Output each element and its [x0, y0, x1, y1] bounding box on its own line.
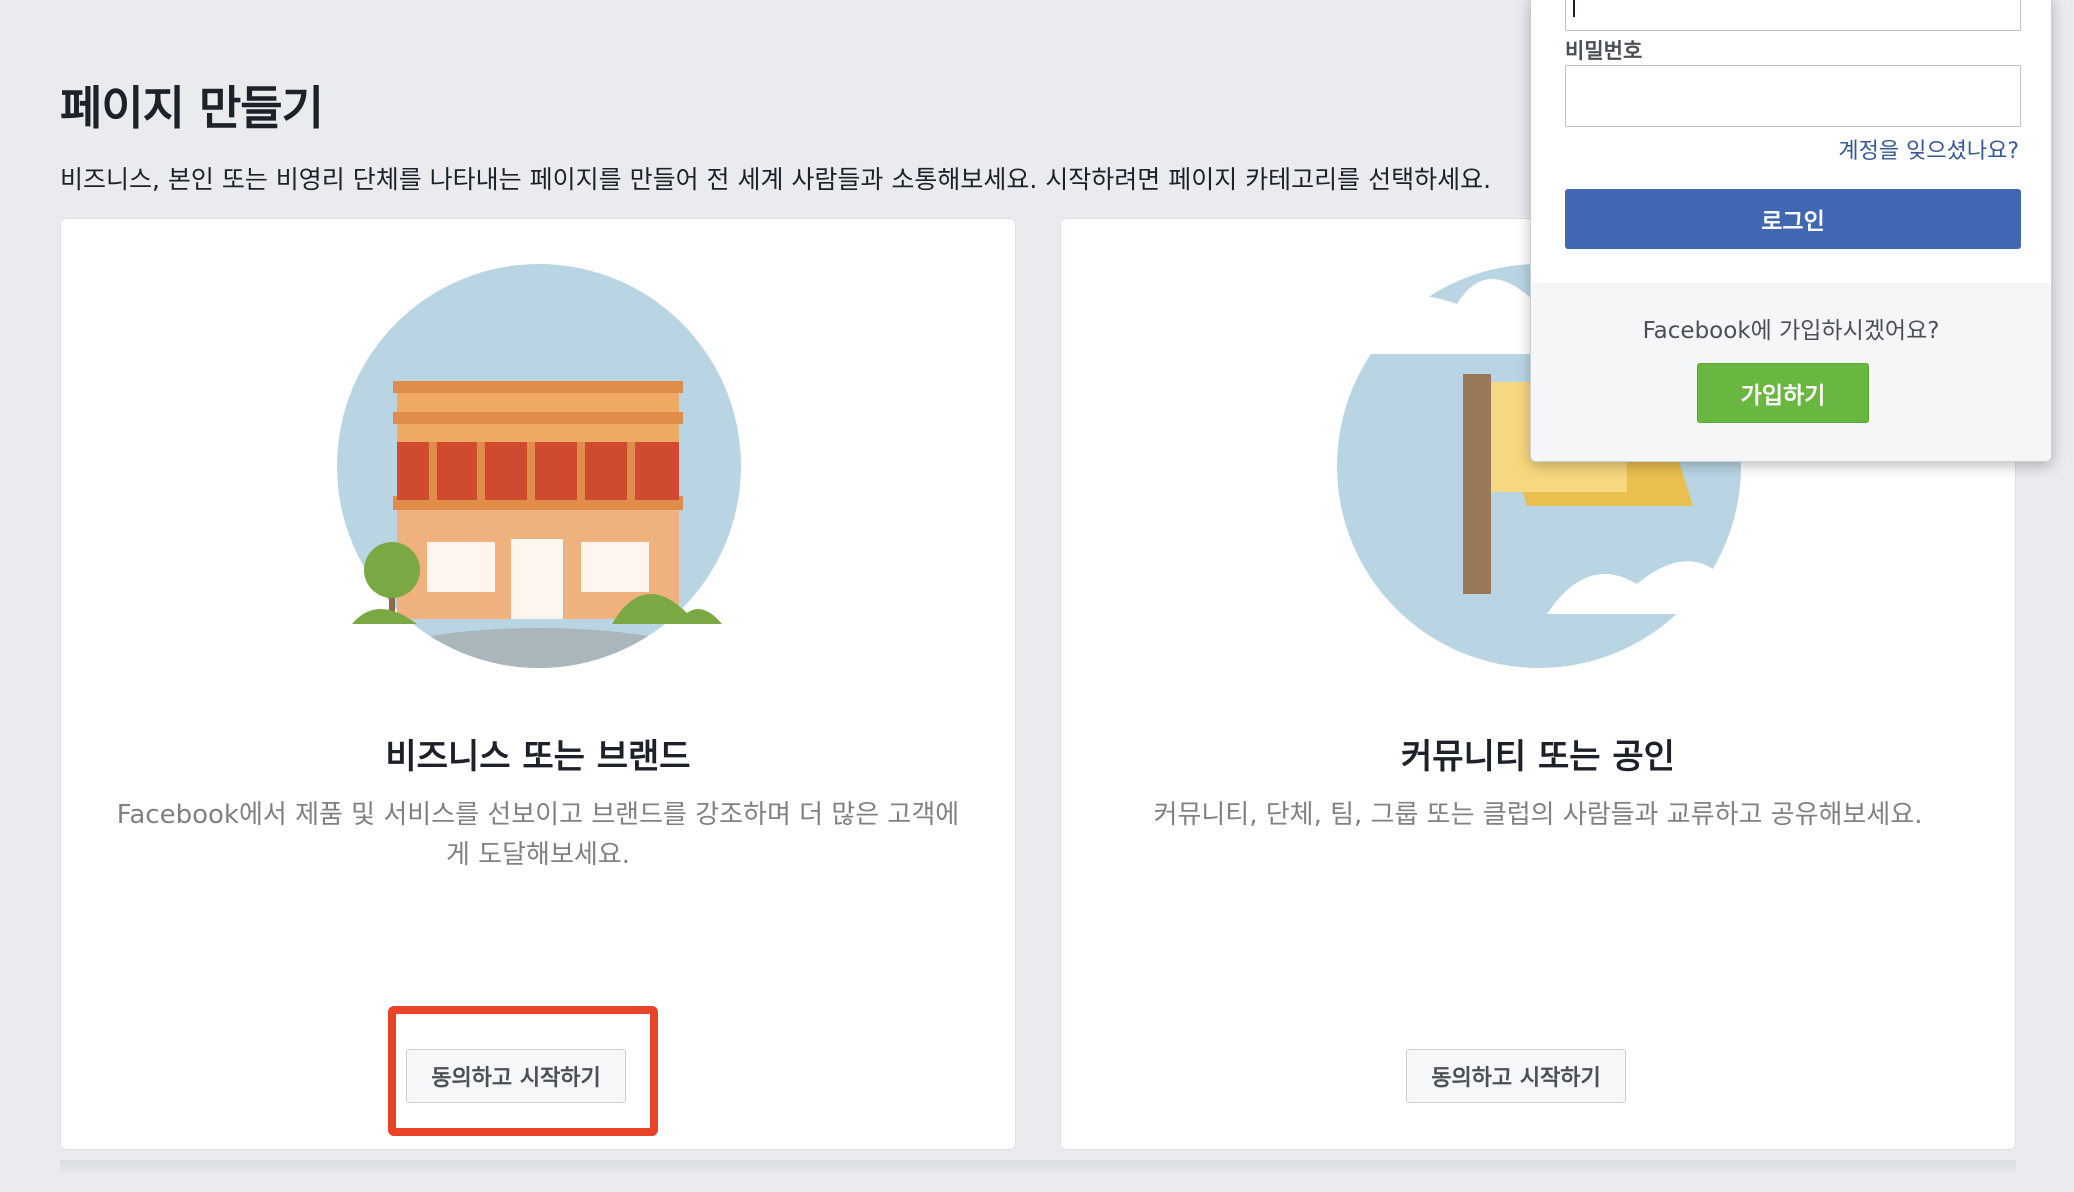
signup-section: Facebook에 가입하시겠어요? 가입하기	[1531, 283, 2051, 461]
community-card-title: 커뮤니티 또는 공인	[1401, 737, 1675, 777]
business-brand-card[interactable]: 비즈니스 또는 브랜드 Facebook에서 제품 및 서비스를 선보이고 브랜…	[60, 218, 1016, 1150]
business-card-title: 비즈니스 또는 브랜드	[385, 737, 691, 777]
login-button[interactable]: 로그인	[1565, 189, 2021, 249]
signup-prompt: Facebook에 가입하시겠어요?	[1642, 318, 1940, 344]
page-title: 페이지 만들기	[60, 81, 324, 135]
text-caret	[1573, 0, 1575, 17]
password-input[interactable]	[1565, 65, 2021, 127]
community-card-description: 커뮤니티, 단체, 팀, 그룹 또는 클럽의 사람들과 교류하고 공유해보세요.	[1153, 800, 1923, 830]
email-input[interactable]	[1565, 0, 2021, 31]
signup-button[interactable]: 가입하기	[1697, 363, 1869, 423]
password-label: 비밀번호	[1565, 39, 1643, 63]
create-page-screen: 페이지 만들기 비즈니스, 본인 또는 비영리 단체를 나타내는 페이지를 만들…	[0, 0, 2074, 1192]
page-subtitle: 비즈니스, 본인 또는 비영리 단체를 나타내는 페이지를 만들어 전 세계 사…	[60, 165, 1492, 194]
community-start-button[interactable]: 동의하고 시작하기	[1406, 1049, 1626, 1103]
business-card-description: Facebook에서 제품 및 서비스를 선보이고 브랜드를 강조하며 더 많은…	[116, 800, 960, 870]
forgot-account-link[interactable]: 계정을 잊으셨나요?	[1838, 133, 2019, 165]
storefront-icon	[337, 264, 741, 668]
login-popup: 비밀번호 계정을 잊으셨나요? 로그인 Facebook에 가입하시겠어요? 가…	[1530, 0, 2052, 462]
bottom-shadow	[60, 1160, 2016, 1176]
business-start-button[interactable]: 동의하고 시작하기	[406, 1049, 626, 1103]
